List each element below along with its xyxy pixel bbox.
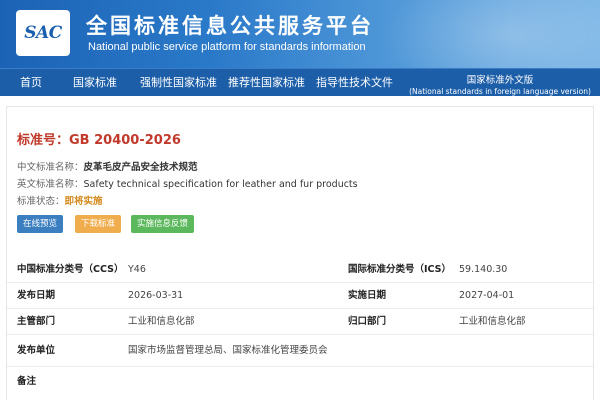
standard-detail-card: 标准号：GB 20400-2026 中文标准名称：皮革毛皮产品安全技术规范 英文… [6,106,594,400]
preview-button[interactable]: 在线预览 [17,215,64,233]
implement-date-label: 实施日期 [348,290,387,301]
site-header: SAC 全国标准信息公共服务平台 National public service… [0,0,600,68]
nav-item-national-standards[interactable]: 国家标准 [73,69,117,97]
remark-label: 备注 [17,376,37,387]
en-name-label: 英文标准名称： [17,179,84,190]
authority-label: 主管部门 [17,316,56,327]
nav-item-home[interactable]: 首页 [20,69,42,97]
ics-value: 59.140.30 [459,264,508,275]
owner-dept-value: 工业和信息化部 [459,316,526,327]
en-name-value: Safety technical specification for leath… [83,179,358,190]
nav-item-mandatory[interactable]: 强制性国家标准 [140,69,217,97]
nav-foreign-label: 国家标准外文版 [466,75,534,86]
cn-name-row: 中文标准名称：皮革毛皮产品安全技术规范 [17,159,198,173]
table-row: 备注 [7,367,593,397]
status-badge: 即将实施 [64,196,103,207]
en-name-row: 英文标准名称：Safety technical specification fo… [17,176,358,190]
standard-number: 标准号：GB 20400-2026 [17,133,181,148]
cn-name-value: 皮革毛皮产品安全技术规范 [83,162,198,173]
cn-name-label: 中文标准名称： [17,162,84,173]
authority-value: 工业和信息化部 [128,316,195,327]
main-nav: 首页 国家标准 强制性国家标准 推荐性国家标准 指导性技术文件 国家标准外文版 … [0,68,600,96]
nav-item-recommended[interactable]: 推荐性国家标准 [228,69,305,97]
ics-label: 国际标准分类号（ICS） [348,264,452,275]
status-label: 标准状态： [17,196,65,207]
publisher-value: 国家市场监督管理总局、国家标准化管理委员会 [128,345,328,356]
site-subtitle: National public service platform for sta… [88,41,366,53]
sac-logo[interactable]: SAC [16,10,70,56]
publish-date-value: 2026-03-31 [128,290,184,301]
nav-item-guidance[interactable]: 指导性技术文件 [316,69,393,97]
implement-date-value: 2027-04-01 [459,290,515,301]
table-row: 主管部门 工业和信息化部 归口部门 工业和信息化部 [7,309,593,335]
site-title: 全国标准信息公共服务平台 [86,14,374,38]
ccs-value: Y46 [128,264,146,275]
nav-item-foreign-language[interactable]: 国家标准外文版 (National standards in foreign l… [404,72,596,100]
publish-date-label: 发布日期 [17,290,56,301]
owner-dept-label: 归口部门 [348,316,387,327]
nav-foreign-sublabel: (National standards in foreign language … [409,87,591,96]
logo-text: SAC [24,23,62,43]
table-row: 中国标准分类号（CCS） Y46 国际标准分类号（ICS） 59.140.30 [7,257,593,283]
download-button[interactable]: 下载标准 [75,215,122,233]
status-row: 标准状态：即将实施 [17,193,103,207]
table-row: 发布单位 国家市场监督管理总局、国家标准化管理委员会 [7,335,593,367]
ccs-label: 中国标准分类号（CCS） [17,264,124,275]
feedback-button[interactable]: 实施信息反馈 [131,215,195,233]
table-row: 发布日期 2026-03-31 实施日期 2027-04-01 [7,283,593,309]
header-decoration [380,0,600,68]
publisher-label: 发布单位 [17,345,56,356]
